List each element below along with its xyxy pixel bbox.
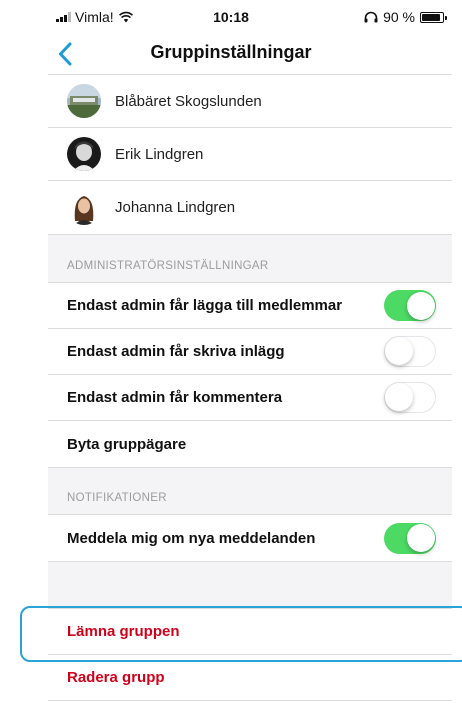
leave-group-button[interactable]: Lämna gruppen <box>48 609 452 655</box>
settings-list[interactable]: Blåbäret Skogslunden Erik Lindgren Johan… <box>48 74 452 701</box>
toggle-admin-add-members[interactable] <box>384 290 436 321</box>
notification-settings: Meddela mig om nya meddelanden <box>48 515 452 561</box>
toggle-admin-write-posts[interactable] <box>384 336 436 367</box>
delete-group-button[interactable]: Radera grupp <box>48 655 452 701</box>
member-name: Johanna Lindgren <box>115 199 236 216</box>
battery-percent: 90 % <box>383 9 415 25</box>
status-right: 90 % <box>364 9 447 25</box>
page-title: Gruppinställningar <box>150 42 312 62</box>
group-actions: Lämna gruppen Radera grupp <box>48 609 452 701</box>
setting-label: Meddela mig om nya meddelanden <box>67 529 316 547</box>
setting-label: Endast admin får lägga till medlemmar <box>67 297 343 314</box>
setting-notify-new-messages: Meddela mig om nya meddelanden <box>48 515 452 561</box>
member-name: Blåbäret Skogslunden <box>115 92 262 110</box>
status-bar: Vimla! 10:18 90 % <box>0 0 462 34</box>
setting-label: Endast admin får skriva inlägg <box>67 343 285 360</box>
admin-settings: Endast admin får lägga till medlemmar En… <box>48 283 452 467</box>
section-header-label: NOTIFIKATIONER <box>67 492 167 504</box>
setting-label: Endast admin får kommentera <box>67 389 283 406</box>
section-header-label: ADMINISTRATÖRSINSTÄLLNINGAR <box>67 260 269 272</box>
battery-icon <box>420 11 447 23</box>
section-spacer <box>48 561 452 609</box>
delete-group-label: Radera grupp <box>67 669 165 686</box>
avatar <box>67 84 101 118</box>
toggle-notify-new-messages[interactable] <box>384 522 436 554</box>
section-header-notifications: NOTIFIKATIONER <box>48 467 452 515</box>
member-name: Erik Lindgren <box>115 145 204 163</box>
setting-admin-add-members: Endast admin får lägga till medlemmar <box>48 283 452 329</box>
leave-group-label: Lämna gruppen <box>67 623 180 640</box>
avatar <box>67 190 101 225</box>
toggle-admin-comment[interactable] <box>384 382 436 413</box>
change-owner-label: Byta gruppägare <box>67 435 187 453</box>
nav-bar: Gruppinställningar <box>0 34 462 74</box>
setting-admin-write-posts: Endast admin får skriva inlägg <box>48 329 452 375</box>
change-owner-row[interactable]: Byta gruppägare <box>48 421 452 467</box>
member-row[interactable]: Erik Lindgren <box>48 128 452 181</box>
avatar <box>67 137 101 171</box>
member-row[interactable]: Johanna Lindgren <box>48 181 452 234</box>
headphones-icon <box>364 11 378 23</box>
setting-admin-comment: Endast admin får kommentera <box>48 375 452 421</box>
member-row[interactable]: Blåbäret Skogslunden <box>48 75 452 128</box>
member-list: Blåbäret Skogslunden Erik Lindgren Johan… <box>48 75 452 234</box>
section-header-admin: ADMINISTRATÖRSINSTÄLLNINGAR <box>48 234 452 283</box>
